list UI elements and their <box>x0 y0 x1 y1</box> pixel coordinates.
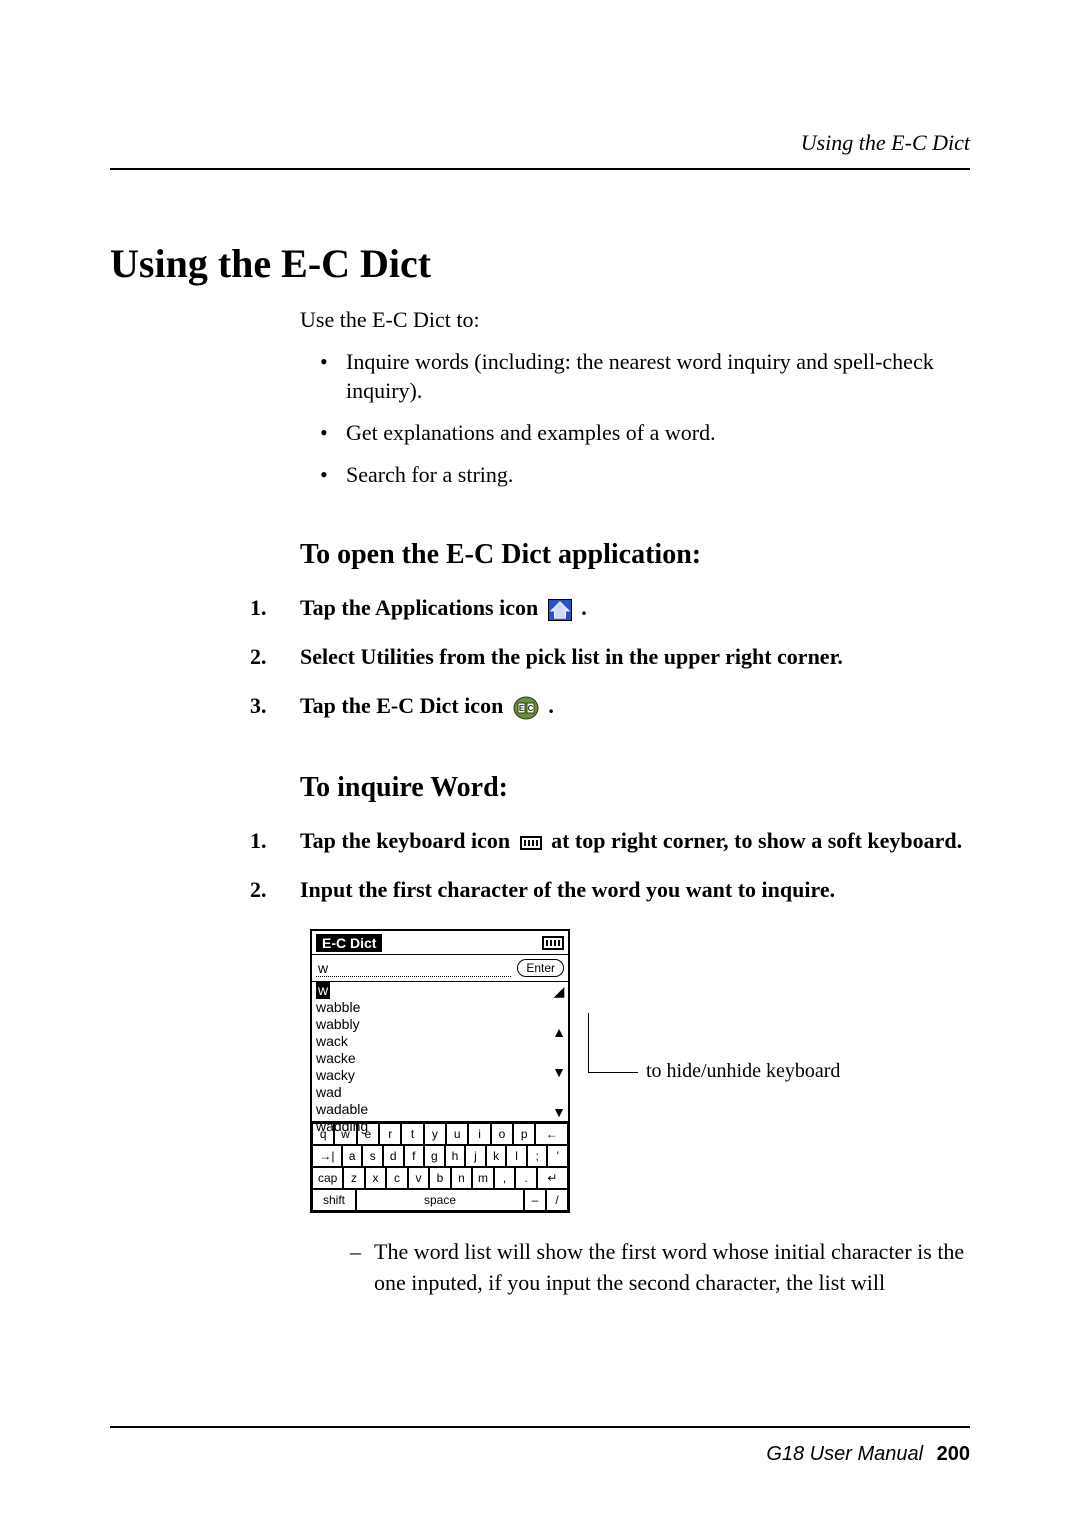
screenshot-input-row: Enter <box>312 955 568 982</box>
osk-shift-key[interactable]: shift <box>312 1189 356 1211</box>
open-step-1: 1. Tap the Applications icon . <box>250 593 970 624</box>
step-text: Select Utilities from the pick list in t… <box>300 644 843 669</box>
list-item[interactable]: wadding <box>316 1118 550 1135</box>
step-text-b: . <box>581 595 587 620</box>
list-item[interactable]: wacke <box>316 1050 550 1067</box>
svg-text:E: E <box>519 704 525 713</box>
list-item[interactable]: wack <box>316 1033 550 1050</box>
osk-space-key[interactable]: space <box>356 1189 524 1211</box>
step-text-b: . <box>548 693 554 718</box>
osk-key[interactable]: →| <box>312 1145 342 1167</box>
step-number: 2. <box>250 875 267 906</box>
keyboard-icon <box>520 836 542 850</box>
list-item[interactable]: w <box>316 982 330 999</box>
step-number: 2. <box>250 642 267 673</box>
soft-keyboard: qwertyuiop← →|asdfghjkl;' capzxcvbnm,.↵ … <box>312 1122 568 1211</box>
callout-leader-line <box>588 1013 638 1073</box>
screenshot-titlebar: E-C Dict <box>312 931 568 955</box>
osk-key[interactable]: ↵ <box>537 1167 568 1189</box>
step-text-a: Tap the keyboard icon <box>300 828 516 853</box>
scroll-top-icon[interactable]: ◢ <box>554 984 565 998</box>
open-steps: 1. Tap the Applications icon . 2. Select… <box>250 593 970 721</box>
osk-key[interactable]: h <box>445 1145 466 1167</box>
osk-slash-key[interactable]: / <box>546 1189 568 1211</box>
intro-text: Use the E-C Dict to: <box>300 305 970 335</box>
section-open-heading: To open the E-C Dict application: <box>300 539 970 571</box>
header-rule <box>110 168 970 170</box>
ec-dict-icon: E C <box>513 696 539 720</box>
osk-key[interactable]: v <box>408 1167 430 1189</box>
osk-dash-key[interactable]: – <box>524 1189 546 1211</box>
osk-key[interactable]: f <box>404 1145 425 1167</box>
keyboard-toggle-icon[interactable] <box>542 936 564 950</box>
word-list[interactable]: w wabble wabbly wack wacke wacky wad wad… <box>312 982 568 1122</box>
section-inquire-heading: To inquire Word: <box>300 772 970 804</box>
bullet-item: Search for a string. <box>320 460 970 490</box>
footer-rule <box>110 1426 970 1428</box>
osk-key[interactable]: ' <box>547 1145 568 1167</box>
screenshot-app-title: E-C Dict <box>316 934 382 952</box>
callout-text: to hide/unhide keyboard <box>646 1060 840 1083</box>
osk-key[interactable]: n <box>451 1167 473 1189</box>
osk-key[interactable]: , <box>494 1167 516 1189</box>
step-number: 1. <box>250 826 267 857</box>
inquire-steps: 1. Tap the keyboard icon at top right co… <box>250 826 970 906</box>
list-item[interactable]: wadable <box>316 1101 550 1118</box>
enter-button[interactable]: Enter <box>517 959 564 977</box>
sub-note: The word list will show the first word w… <box>350 1237 970 1299</box>
list-item[interactable]: wabble <box>316 999 550 1016</box>
list-item[interactable]: wad <box>316 1084 550 1101</box>
osk-key[interactable]: d <box>383 1145 404 1167</box>
step-number: 3. <box>250 691 267 722</box>
bullet-item: Inquire words (including: the nearest wo… <box>320 347 970 406</box>
page-title: Using the E-C Dict <box>110 240 970 287</box>
intro-bullets: Inquire words (including: the nearest wo… <box>320 347 970 490</box>
osk-row-3: capzxcvbnm,.↵ <box>312 1167 568 1189</box>
step-text-a: Tap the Applications icon <box>300 595 544 620</box>
scroll-down-icon[interactable]: ▼ <box>552 1065 566 1079</box>
osk-key[interactable]: m <box>472 1167 494 1189</box>
osk-row-2: →|asdfghjkl;' <box>312 1145 568 1167</box>
osk-key[interactable]: k <box>486 1145 507 1167</box>
list-scroll: ◢ ▲ ▼ ▼ <box>552 984 566 1119</box>
bullet-item: Get explanations and examples of a word. <box>320 418 970 448</box>
palm-screenshot: E-C Dict Enter w wabble wabbly wack wack… <box>310 929 570 1213</box>
step-text: Input the first character of the word yo… <box>300 877 835 902</box>
osk-key[interactable]: . <box>515 1167 537 1189</box>
osk-key[interactable]: x <box>365 1167 387 1189</box>
scroll-up-icon[interactable]: ▲ <box>552 1025 566 1039</box>
osk-key[interactable]: b <box>429 1167 451 1189</box>
scroll-bottom-icon[interactable]: ▼ <box>552 1105 566 1119</box>
osk-key[interactable]: a <box>342 1145 363 1167</box>
osk-row-space: shift space – / <box>312 1189 568 1211</box>
osk-key[interactable]: z <box>343 1167 365 1189</box>
page-footer: G18 User Manual 200 <box>766 1443 970 1466</box>
list-item[interactable]: wabbly <box>316 1016 550 1033</box>
footer-manual-label: G18 User Manual <box>766 1443 923 1465</box>
osk-key[interactable]: cap <box>312 1167 343 1189</box>
osk-key[interactable]: s <box>362 1145 383 1167</box>
page-content: Using the E-C Dict Use the E-C Dict to: … <box>110 240 970 1299</box>
page-number: 200 <box>937 1443 970 1465</box>
step-text-a: Tap the E-C Dict icon <box>300 693 509 718</box>
osk-key[interactable]: l <box>506 1145 527 1167</box>
callout: to hide/unhide keyboard <box>588 1041 840 1101</box>
svg-text:C: C <box>527 704 533 713</box>
osk-key[interactable]: g <box>424 1145 445 1167</box>
running-header: Using the E-C Dict <box>801 130 970 156</box>
osk-key[interactable]: j <box>465 1145 486 1167</box>
screenshot-figure: E-C Dict Enter w wabble wabbly wack wack… <box>310 929 970 1213</box>
osk-key[interactable]: ; <box>527 1145 548 1167</box>
step-text-b: at top right corner, to show a soft keyb… <box>551 828 962 853</box>
list-item[interactable]: wacky <box>316 1067 550 1084</box>
step-number: 1. <box>250 593 267 624</box>
inquire-step-1: 1. Tap the keyboard icon at top right co… <box>250 826 970 857</box>
word-input[interactable] <box>316 959 511 977</box>
open-step-3: 3. Tap the E-C Dict icon E C . <box>250 691 970 722</box>
inquire-step-2: 2. Input the first character of the word… <box>250 875 970 906</box>
osk-key[interactable]: c <box>386 1167 408 1189</box>
open-step-2: 2. Select Utilities from the pick list i… <box>250 642 970 673</box>
applications-icon <box>548 599 572 621</box>
